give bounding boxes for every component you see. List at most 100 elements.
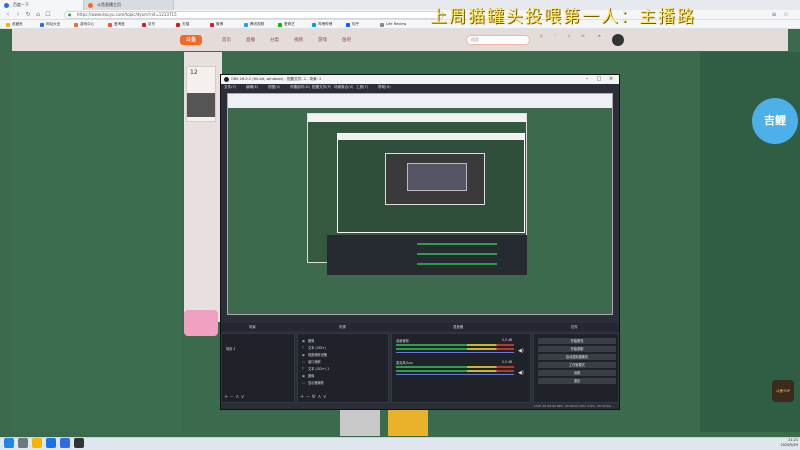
search-input[interactable]: 搜索 xyxy=(466,35,530,45)
preview-meter xyxy=(417,263,497,265)
system-clock[interactable]: 21:21 2020/9/29 xyxy=(770,438,798,448)
bookmark-item[interactable]: 爱奇艺 xyxy=(278,20,295,29)
source-item[interactable]: T文本 (GDI+) ◉ 🔒 xyxy=(302,345,326,350)
control-button[interactable]: 开始推流 xyxy=(538,338,616,344)
control-button[interactable]: 启动虚拟摄像机 xyxy=(538,354,616,360)
bookmark-item[interactable]: 爱淘宝 xyxy=(108,20,125,29)
extension-icon[interactable]: ☆ xyxy=(782,11,790,19)
preview-frame xyxy=(407,163,467,191)
dock-header-bar xyxy=(221,323,619,331)
mixer-dock: 桌面音频 0.0 dB ◀) 麦克风/Aux 0.0 dB ◀) xyxy=(391,333,531,403)
audio-meter xyxy=(396,370,514,372)
home-icon[interactable]: ⌂ xyxy=(34,11,42,19)
close-icon[interactable]: × xyxy=(605,75,617,84)
nav-item[interactable]: 分类 xyxy=(270,37,279,43)
windows-icon[interactable] xyxy=(4,438,14,448)
obs-preview[interactable] xyxy=(227,93,613,315)
search-icon[interactable] xyxy=(18,438,28,448)
room-number: 12 xyxy=(190,69,198,76)
source-item[interactable]: ▣图像 ◉ 🔒 xyxy=(302,338,314,343)
scene-item[interactable]: 场景 2 xyxy=(226,346,235,351)
edge-icon[interactable] xyxy=(46,438,56,448)
address-bar[interactable]: ● https://www.douyu.com/topic/dyxm?rid=1… xyxy=(64,11,444,19)
add-source-icon[interactable]: + − ⚙ ∧ ∨ xyxy=(300,394,327,400)
browser-tab[interactable]: 斗鱼直播主页 xyxy=(84,0,174,10)
speaker-icon[interactable]: ◀) xyxy=(518,370,524,376)
nav-item[interactable]: 视频 xyxy=(294,37,303,43)
taskbar xyxy=(0,437,800,450)
mixer-channel-label: 桌面音频 xyxy=(396,339,409,343)
room-thumbnail[interactable] xyxy=(187,93,215,117)
preview-obs-docks xyxy=(327,235,527,275)
preview-meter xyxy=(417,243,497,245)
event-badge[interactable] xyxy=(184,310,218,336)
add-scene-icon[interactable]: + − ∧ ∨ xyxy=(224,394,244,400)
obs-menu-item[interactable]: 视图(V) xyxy=(268,84,280,91)
source-item[interactable]: ◉视频捕获设备 ◉ 🔒 xyxy=(302,352,327,357)
history-icon[interactable]: ◷ xyxy=(536,34,546,46)
minimize-icon[interactable]: – xyxy=(581,75,593,84)
douyu-logo[interactable]: 斗鱼 xyxy=(180,35,202,45)
control-button[interactable]: 设置 xyxy=(538,370,616,376)
browser-tab[interactable]: 百度一下 xyxy=(0,0,84,10)
bookmark-item[interactable]: 京东 xyxy=(142,20,155,29)
speaker-icon[interactable]: ◀) xyxy=(518,348,524,354)
obs-menu-item[interactable]: 配置文件(P) xyxy=(312,84,331,91)
bookmark-item[interactable]: 收藏夹 xyxy=(6,20,23,29)
download-icon[interactable]: ⇩ xyxy=(564,34,574,46)
source-item[interactable]: ▣图像 ◉ 🔒 xyxy=(302,373,314,378)
obs-menu-item[interactable]: 文件(F) xyxy=(224,84,236,91)
bookmark-item[interactable]: 哔哩哔哩 xyxy=(312,20,332,29)
bookmark-icon xyxy=(244,23,248,27)
bookmark-item[interactable]: 游戏中心 xyxy=(74,20,94,29)
forward-icon[interactable]: › xyxy=(14,11,22,19)
obs-menu-item[interactable]: 工具(T) xyxy=(356,84,368,91)
obs-menu-item[interactable]: 停靠部件(D) xyxy=(290,84,310,91)
nav-item[interactable]: 游戏 xyxy=(318,37,327,43)
nav-item[interactable]: 直播 xyxy=(246,37,255,43)
corner-badge: 斗鱼TOP xyxy=(772,380,794,402)
preview-meter xyxy=(417,253,497,255)
mixer-channel-db: 0.0 dB xyxy=(502,360,513,364)
control-button[interactable]: 开始录制 xyxy=(538,346,616,352)
message-icon[interactable]: ✉ xyxy=(578,34,588,46)
obs-menu-item[interactable]: 场景集合(S) xyxy=(334,84,353,91)
control-button[interactable]: 退出 xyxy=(538,378,616,384)
history-icon[interactable]: ☐ xyxy=(44,11,52,19)
bookmark-item[interactable]: 腾讯视频 xyxy=(244,20,264,29)
obs-menubar xyxy=(221,84,619,91)
menu-icon[interactable]: ≡ xyxy=(770,11,778,19)
volume-slider[interactable] xyxy=(396,374,514,375)
bookmark-item[interactable]: 天猫 xyxy=(176,20,189,29)
control-button[interactable]: 工作室模式 xyxy=(538,362,616,368)
back-icon[interactable]: ‹ xyxy=(4,11,12,19)
source-item[interactable]: ▭显示器捕获 ◉ 🔒 xyxy=(302,380,324,385)
bookmark-item[interactable]: 微博 xyxy=(210,20,223,29)
controls-dock: 开始推流开始录制启动虚拟摄像机 工作室模式设置退出 xyxy=(533,333,619,403)
nav-item[interactable]: 首页 xyxy=(222,37,231,43)
volume-slider[interactable] xyxy=(396,352,514,353)
bookmark-icon xyxy=(74,23,78,27)
follow-icon[interactable]: ♡ xyxy=(550,34,560,46)
bookmark-icon xyxy=(210,23,214,27)
avatar[interactable] xyxy=(612,34,624,46)
bookmark-item[interactable]: 知乎 xyxy=(346,20,359,29)
obs-icon[interactable] xyxy=(74,438,84,448)
nav-item[interactable]: 鱼吧 xyxy=(342,37,351,43)
obs-menu-item[interactable]: 编辑(E) xyxy=(246,84,258,91)
obs-statusbar: LIVE: 00:00:00 REC: 00:00:00 CPU: 2.0%, … xyxy=(221,403,619,409)
bookmark-icon xyxy=(108,23,112,27)
bookmark-item[interactable]: 网址大全 xyxy=(40,20,60,29)
obs-menu-item[interactable]: 帮助(H) xyxy=(378,84,391,91)
game-logo: 吉鲤 xyxy=(752,98,798,144)
notification-icon[interactable]: ◔ xyxy=(594,34,604,46)
maximize-icon[interactable]: □ xyxy=(593,75,605,84)
source-item[interactable]: T文本 (GDI+) 2 ◉ 🔒 xyxy=(302,366,329,371)
bookmark-item[interactable]: Life Review xyxy=(380,20,406,29)
refresh-icon[interactable]: ↻ xyxy=(24,11,32,19)
obs-logo-icon xyxy=(224,77,229,82)
browser-icon[interactable] xyxy=(60,438,70,448)
source-item[interactable]: ▭窗口捕获 ◉ 🔒 xyxy=(302,359,321,364)
bookmark-icon xyxy=(346,23,350,27)
folder-icon[interactable] xyxy=(32,438,42,448)
